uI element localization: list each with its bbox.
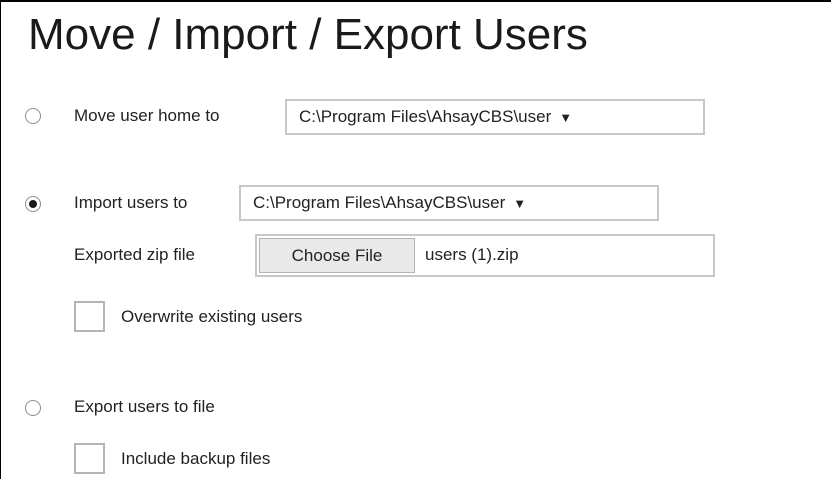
import-path-value: C:\Program Files\AhsayCBS\user — [253, 193, 506, 212]
move-user-home-label: Move user home to — [74, 106, 220, 125]
choose-file-button[interactable]: Choose File — [259, 238, 415, 273]
overwrite-existing-users-checkbox[interactable] — [74, 301, 105, 332]
import-users-radio[interactable] — [25, 196, 41, 212]
chevron-down-icon: ▼ — [559, 109, 573, 125]
export-users-radio[interactable] — [25, 400, 41, 416]
include-backup-files-checkbox[interactable] — [74, 443, 105, 474]
exported-zip-label: Exported zip file — [74, 245, 195, 264]
move-path-value: C:\Program Files\AhsayCBS\user — [299, 107, 552, 126]
move-user-home-select[interactable]: C:\Program Files\AhsayCBS\user ▼ — [285, 99, 705, 135]
include-backup-files-label: Include backup files — [121, 449, 271, 468]
import-users-select[interactable]: C:\Program Files\AhsayCBS\user ▼ — [239, 185, 659, 221]
move-user-home-radio[interactable] — [25, 108, 41, 124]
exported-zip-file-input[interactable]: Choose File users (1).zip — [255, 234, 715, 277]
page-title: Move / Import / Export Users — [28, 10, 588, 59]
import-users-label: Import users to — [74, 193, 188, 212]
selected-file-name: users (1).zip — [425, 245, 519, 264]
overwrite-existing-users-label: Overwrite existing users — [121, 307, 303, 326]
export-users-label: Export users to file — [74, 397, 215, 416]
chevron-down-icon: ▼ — [513, 195, 527, 211]
